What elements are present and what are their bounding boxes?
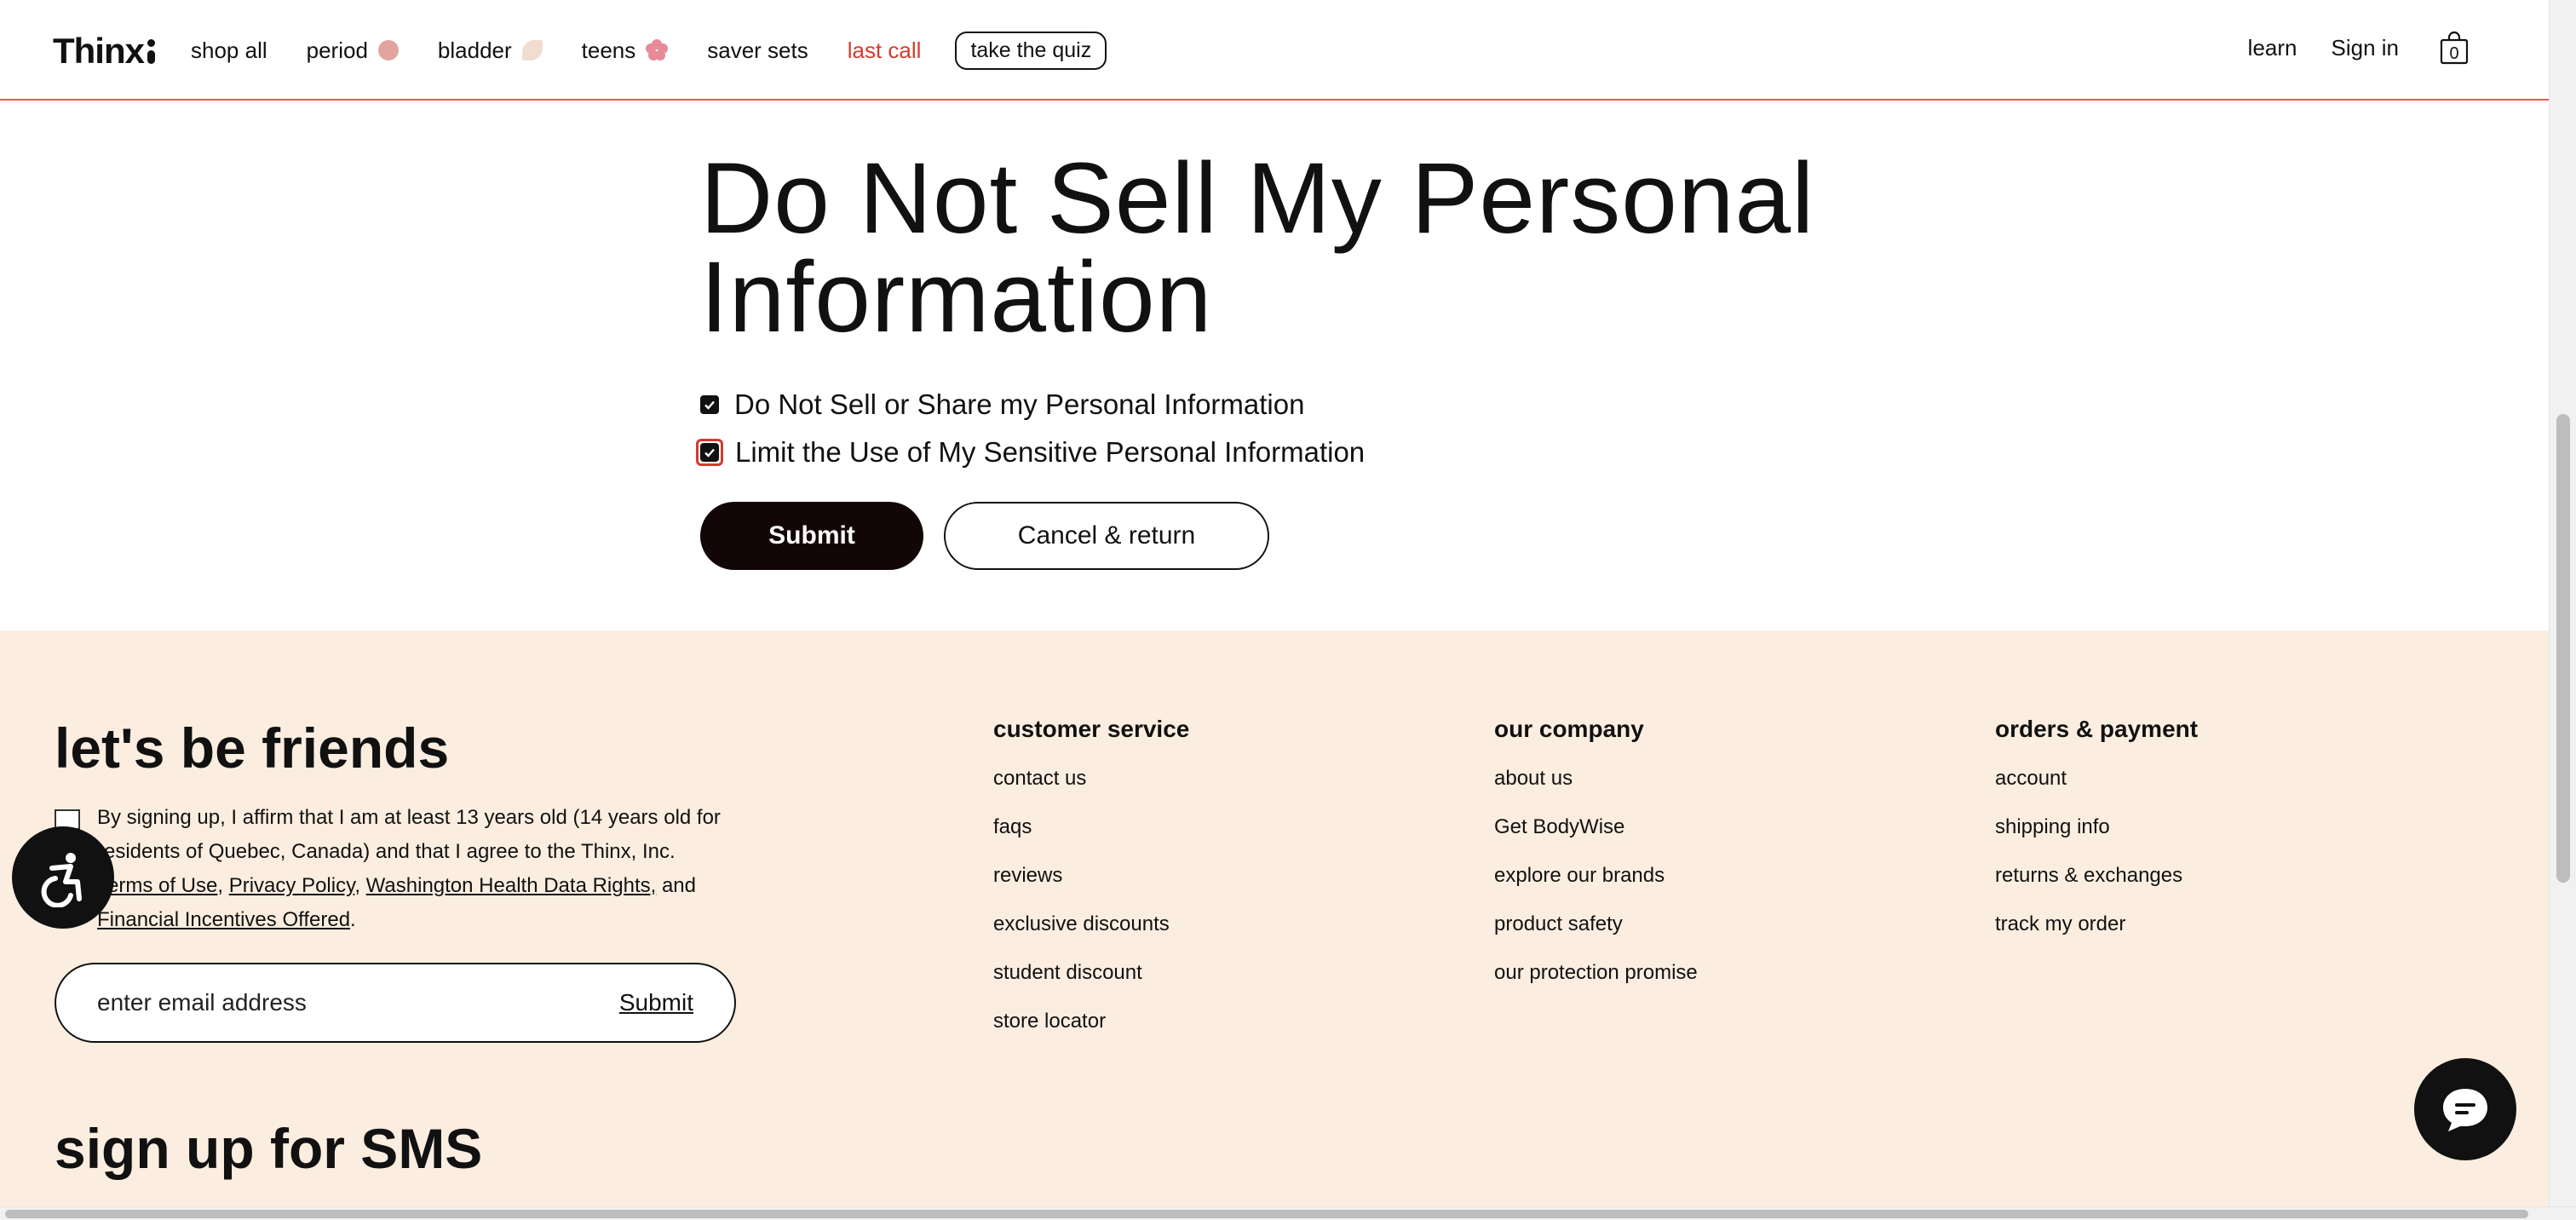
option-label: Do Not Sell or Share my Personal Informa… <box>734 388 1305 420</box>
opt-out-options: Do Not Sell or Share my Personal Informa… <box>696 381 1893 476</box>
footer-link[interactable]: our protection promise <box>1494 961 1698 1010</box>
main-nav: shop all period bladder teens saver sets… <box>191 31 1107 70</box>
email-input[interactable] <box>97 989 523 1016</box>
bladder-leaf-icon <box>521 40 543 60</box>
footer-link[interactable]: exclusive discounts <box>993 912 1189 961</box>
sms-signup-title: sign up for SMS <box>55 1117 483 1180</box>
footer-link[interactable]: store locator <box>993 1010 1189 1058</box>
chat-bubble-icon <box>2443 1089 2487 1131</box>
logo-mark-icon <box>147 38 155 64</box>
nav-saver-sets[interactable]: saver sets <box>707 31 808 70</box>
limit-use-checkbox[interactable] <box>700 443 719 462</box>
nav-shop-all[interactable]: shop all <box>191 31 267 70</box>
footer-link[interactable]: returns & exchanges <box>1995 864 2198 912</box>
terms-link[interactable]: Terms of Use <box>97 874 217 897</box>
nav-label: bladder <box>437 37 512 63</box>
nav-label: period <box>306 37 368 63</box>
do-not-sell-checkbox[interactable] <box>700 395 719 414</box>
email-submit-button[interactable]: Submit <box>619 989 693 1016</box>
accessibility-button[interactable] <box>12 826 114 929</box>
column-heading: our company <box>1494 716 1644 742</box>
nav-bladder[interactable]: bladder <box>438 31 543 70</box>
footer-link[interactable]: product safety <box>1494 912 1698 961</box>
period-dot-icon <box>377 40 399 60</box>
submit-button[interactable]: Submit <box>700 502 923 570</box>
utility-nav: learn Sign in 0 <box>2214 31 2469 65</box>
health-data-link[interactable]: Washington Health Data Rights, <box>366 874 657 897</box>
option-limit-use[interactable]: Limit the Use of My Sensitive Personal I… <box>696 429 1893 476</box>
footer-link[interactable]: account <box>1995 767 2198 815</box>
newsletter-title: let's be friends <box>55 716 450 780</box>
nav-label: saver sets <box>707 37 808 63</box>
footer-link[interactable]: about us <box>1494 767 1698 815</box>
nav-learn[interactable]: learn <box>2248 35 2297 61</box>
nav-period[interactable]: period <box>307 31 399 70</box>
nav-label: shop all <box>191 37 267 63</box>
consent-and: and <box>656 874 696 897</box>
checkmark-icon <box>704 448 715 458</box>
page-title: Do Not Sell My Personal Information <box>700 142 1815 354</box>
teens-flower-icon <box>646 39 669 61</box>
column-heading: orders & payment <box>1995 716 2199 742</box>
cart-count: 0 <box>2449 44 2459 63</box>
footer-link[interactable]: contact us <box>993 767 1189 815</box>
accessibility-icon <box>41 853 82 907</box>
nav-label: teens <box>581 37 636 63</box>
option-label: Limit the Use of My Sensitive Personal I… <box>735 436 1366 468</box>
footer-link[interactable]: explore our brands <box>1494 864 1698 912</box>
consent-block: By signing up, I affirm that I am at lea… <box>55 801 736 937</box>
consent-text: By signing up, I affirm that I am at lea… <box>97 806 721 931</box>
column-heading: customer service <box>993 716 1190 742</box>
cancel-return-button[interactable]: Cancel & return <box>944 502 1269 570</box>
footer-link[interactable]: reviews <box>993 864 1189 912</box>
footer-link[interactable]: Get BodyWise <box>1494 815 1698 864</box>
opt-out-section: Do Not Sell My Personal Information Do N… <box>696 142 1893 570</box>
footer-col-orders-payment: orders & payment account shipping info r… <box>1995 716 2198 961</box>
footer-link[interactable]: student discount <box>993 961 1189 1010</box>
sign-in-link[interactable]: Sign in <box>2332 35 2400 61</box>
footer-col-our-company: our company about us Get BodyWise explor… <box>1494 716 1698 1010</box>
vertical-scroll-thumb[interactable] <box>2556 414 2570 883</box>
email-signup-form: Submit <box>55 963 736 1043</box>
footer-link[interactable]: shipping info <box>1995 815 2198 864</box>
nav-last-call[interactable]: last call <box>848 31 922 70</box>
financial-incentives-link[interactable]: Financial Incentives Offered <box>97 908 350 931</box>
consent-prefix: By signing up, I affirm that I am at lea… <box>97 806 721 863</box>
form-actions: Submit Cancel & return <box>700 502 1893 570</box>
chat-button[interactable] <box>2414 1058 2516 1160</box>
cart-bag-icon[interactable]: 0 <box>2440 31 2469 65</box>
horizontal-scroll-thumb[interactable] <box>5 1210 2528 1218</box>
focus-ring <box>696 439 723 466</box>
privacy-link[interactable]: Privacy Policy <box>229 874 355 897</box>
footer-link[interactable]: faqs <box>993 815 1189 864</box>
option-do-not-sell[interactable]: Do Not Sell or Share my Personal Informa… <box>700 381 1893 429</box>
site-footer: let's be friends By signing up, I affirm… <box>0 630 2549 1206</box>
nav-teens[interactable]: teens <box>582 31 669 70</box>
nav-label: last call <box>847 37 922 63</box>
site-header: Thinx shop all period bladder teens save… <box>0 0 2549 101</box>
vertical-scrollbar[interactable] <box>2549 0 2576 1206</box>
logo-text: Thinx <box>53 31 145 71</box>
checkmark-icon <box>704 400 715 410</box>
logo[interactable]: Thinx <box>53 31 155 72</box>
take-quiz-button[interactable]: take the quiz <box>955 31 1107 70</box>
footer-link[interactable]: track my order <box>1995 912 2198 961</box>
footer-col-customer-service: customer service contact us faqs reviews… <box>993 716 1189 1058</box>
horizontal-scrollbar[interactable] <box>0 1206 2576 1220</box>
